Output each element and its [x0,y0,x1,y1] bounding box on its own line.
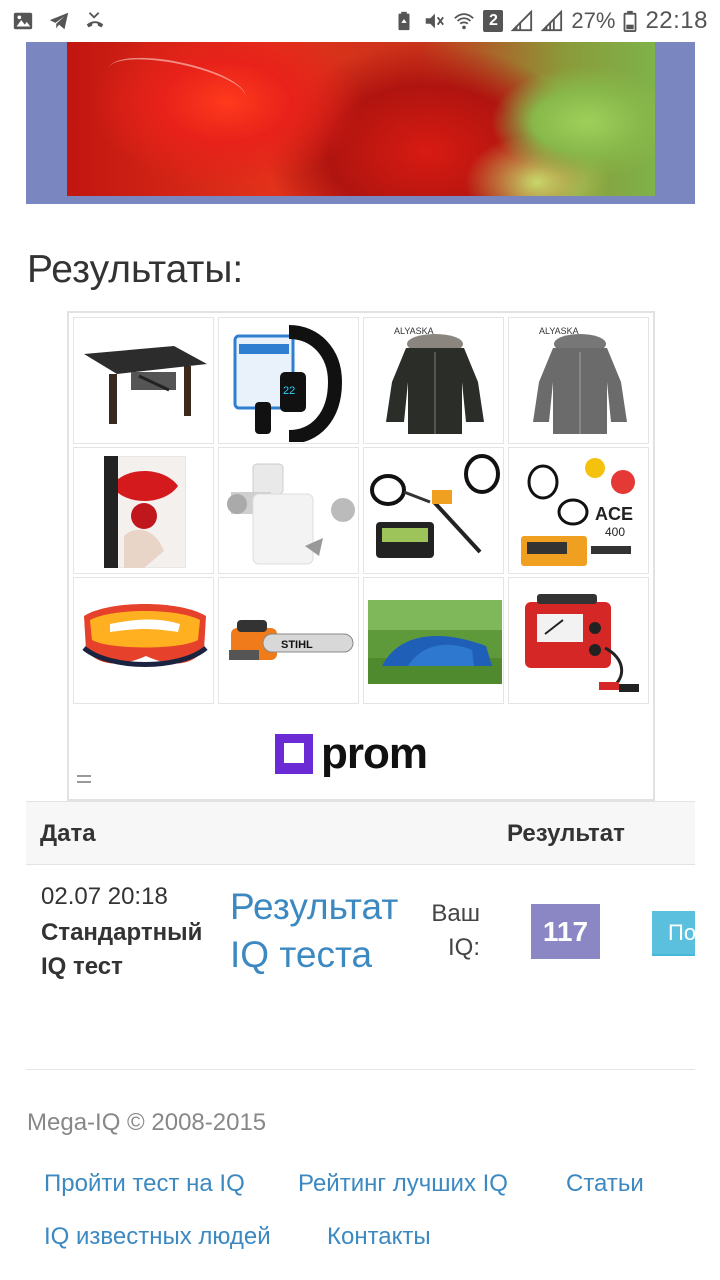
footer-link-famous-iq[interactable]: IQ известных людей [44,1223,271,1251]
ad-product-fitness-bracelet[interactable]: 22 [218,317,359,444]
wifi-icon [454,13,475,30]
test-name: Стандартный IQ тест [41,919,203,980]
hero-banner [26,42,695,204]
hero-image [67,42,655,196]
gallery-icon [13,12,33,30]
sim-badge: 2 [483,10,504,32]
battery-icon [624,10,637,32]
clock: 22:18 [645,7,708,34]
footer-link-rating[interactable]: Рейтинг лучших IQ [298,1170,508,1198]
ad-product-lips-painting[interactable] [73,447,214,574]
telegram-icon [49,12,69,30]
results-table-header: Дата Результат [26,801,695,865]
ad-product-meat-grinder[interactable] [218,447,359,574]
result-link[interactable]: Результат IQ теста [230,883,420,979]
copyright: Mega-IQ © 2008-2015 [27,1109,267,1136]
battery-percent: 27% [571,8,616,33]
page-title: Результаты: [27,248,244,291]
svg-text:ACE: ACE [595,504,633,524]
status-bar-right: 2 27% 22:18 [393,7,708,35]
footer-link-take-test[interactable]: Пройти тест на IQ [44,1170,245,1198]
prom-logo-mark [275,734,313,774]
footer-link-articles[interactable]: Статьи [566,1170,644,1198]
column-header-result: Результат [507,820,625,847]
mute-icon [426,13,445,29]
svg-text:22: 22 [283,385,295,397]
footer-divider [26,1069,695,1070]
ad-product-jacket-grey[interactable]: ALYASKA [508,317,649,444]
prom-logo-text: prom [321,729,428,778]
ad-product-metal-detector-ace[interactable]: ACE 400 [508,447,649,574]
column-header-date: Дата [40,820,96,847]
status-bar: 2 27% 22:18 [0,0,720,42]
ad-product-ski-goggles[interactable] [73,577,214,704]
svg-text:400: 400 [605,525,625,539]
ad-product-chainsaw[interactable]: STIHL [218,577,359,704]
your-iq-label: Ваш IQ: [431,900,480,961]
ad-banner[interactable]: 22 ALYASKA ALYASKA ACE 400 STIHL prom [67,311,655,801]
status-bar-left [12,10,106,32]
ad-product-grid: 22 ALYASKA ALYASKA ACE 400 STIHL [73,317,651,704]
battery-saver-icon [398,11,410,31]
signal-icon [541,10,563,32]
ad-product-tent[interactable] [363,577,504,704]
result-date: 02.07 20:18 [41,883,168,910]
prom-logo[interactable]: prom [275,729,428,779]
ad-product-jacket-black[interactable]: ALYASKA [363,317,504,444]
ad-product-metal-detector[interactable] [363,447,504,574]
iq-score-badge: 117 [531,904,600,959]
details-button[interactable]: Подробнее [652,911,695,956]
footer-link-contacts[interactable]: Контакты [327,1223,431,1251]
ad-product-table[interactable] [73,317,214,444]
ad-menu-icon[interactable] [77,775,91,787]
signal-icon [511,10,533,32]
ad-product-battery-charger[interactable] [508,577,649,704]
svg-text:STIHL: STIHL [281,639,313,651]
missed-call-icon [86,12,104,28]
